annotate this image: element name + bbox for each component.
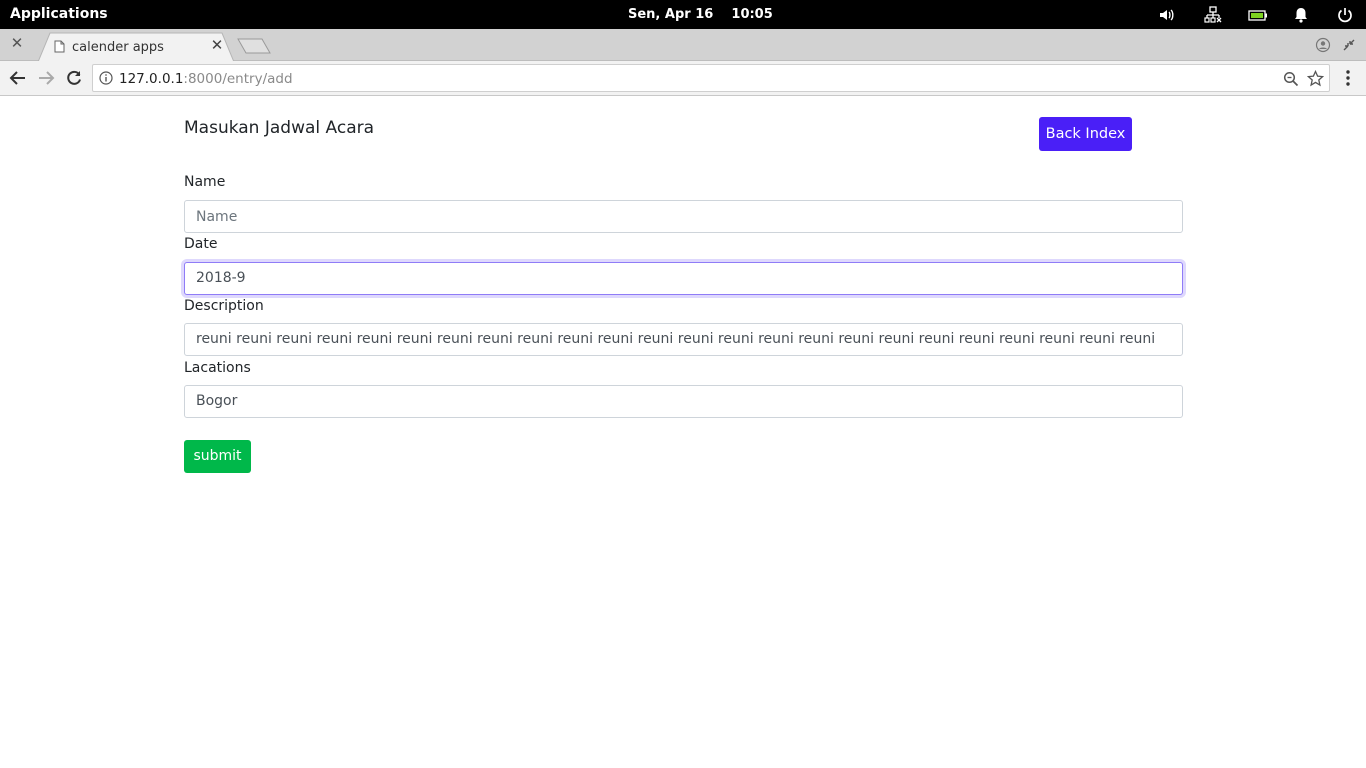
system-clock[interactable]: Sen, Apr 16 10:05: [628, 7, 773, 22]
description-label: Description: [184, 298, 264, 314]
browser-tab-strip: ✕ calender apps ✕: [0, 29, 1366, 62]
submit-button[interactable]: submit: [184, 440, 251, 473]
volume-icon[interactable]: [1158, 6, 1176, 24]
battery-icon[interactable]: [1248, 6, 1268, 24]
close-window-icon[interactable]: ✕: [10, 36, 24, 51]
new-tab-button[interactable]: [236, 37, 272, 55]
tab-close-icon[interactable]: ✕: [210, 38, 224, 54]
network-icon[interactable]: [1204, 6, 1222, 24]
description-input[interactable]: reuni reuni reuni reuni reuni reuni reun…: [184, 323, 1183, 356]
power-icon[interactable]: [1336, 6, 1354, 24]
browser-menu-icon[interactable]: [1340, 69, 1356, 87]
page-icon: [54, 40, 65, 53]
locations-input[interactable]: Bogor: [184, 385, 1183, 418]
info-icon[interactable]: [99, 71, 113, 85]
date-input[interactable]: 2018-9: [184, 262, 1183, 295]
name-label: Name: [184, 174, 226, 190]
tab-calender-apps[interactable]: calender apps ✕: [38, 32, 234, 62]
url-path: :8000/entry/add: [183, 71, 293, 87]
url-host: 127.0.0.1: [119, 71, 184, 87]
url-text: 127.0.0.1:8000/entry/add: [119, 71, 293, 87]
page-content: Masukan Jadwal Acara Back Index Name Dat…: [0, 96, 1366, 768]
back-index-button[interactable]: Back Index: [1039, 117, 1132, 151]
profile-icon[interactable]: [1315, 37, 1331, 53]
system-top-bar: Applications Sen, Apr 16 10:05: [0, 0, 1366, 29]
page-title: Masukan Jadwal Acara: [184, 118, 375, 138]
zoom-icon[interactable]: [1283, 71, 1299, 87]
browser-toolbar: 127.0.0.1:8000/entry/add: [0, 61, 1366, 96]
name-input[interactable]: [184, 200, 1183, 233]
locations-label: Lacations: [184, 360, 251, 376]
notification-bell-icon[interactable]: [1292, 6, 1310, 24]
back-arrow-icon[interactable]: [8, 68, 28, 88]
address-bar[interactable]: 127.0.0.1:8000/entry/add: [92, 64, 1330, 92]
tab-title: calender apps: [72, 40, 164, 55]
forward-arrow-icon[interactable]: [36, 68, 56, 88]
bookmark-star-icon[interactable]: [1306, 69, 1325, 87]
reload-icon[interactable]: [64, 68, 84, 88]
restore-window-icon[interactable]: [1341, 37, 1357, 53]
date-label: Date: [184, 236, 218, 252]
applications-menu[interactable]: Applications: [10, 6, 108, 22]
